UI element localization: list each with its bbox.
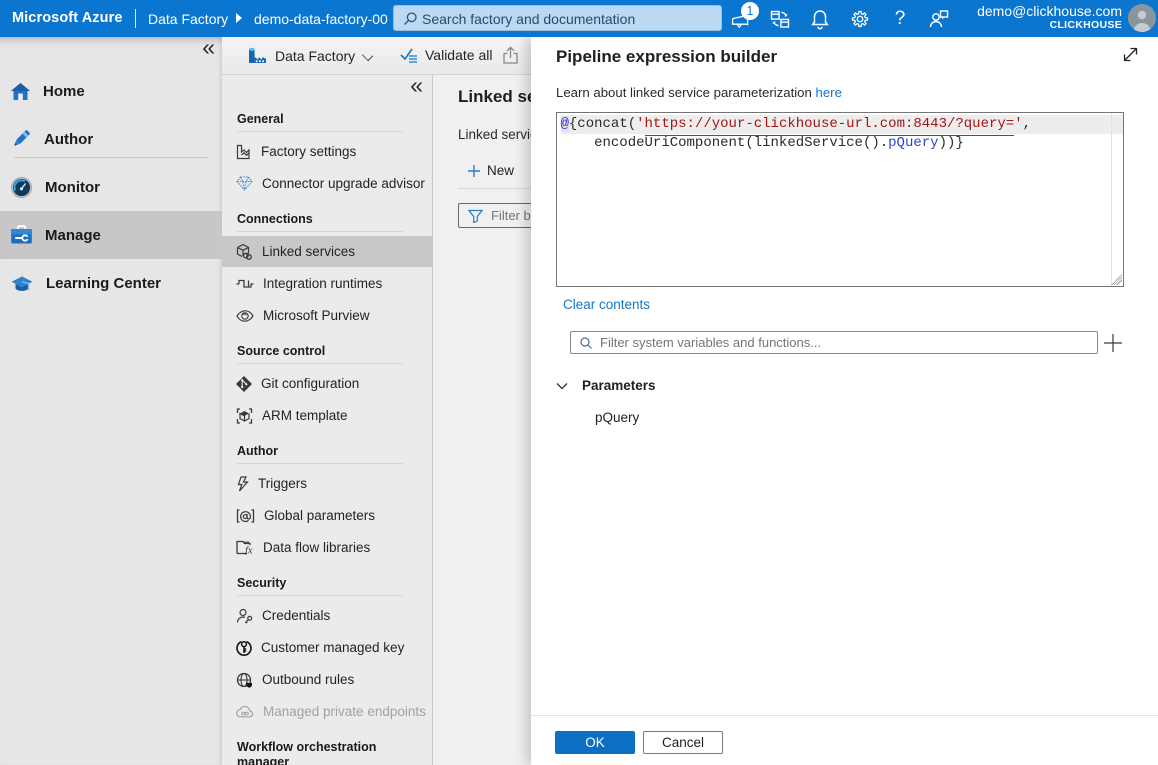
svg-text:fx: fx: [245, 546, 253, 556]
